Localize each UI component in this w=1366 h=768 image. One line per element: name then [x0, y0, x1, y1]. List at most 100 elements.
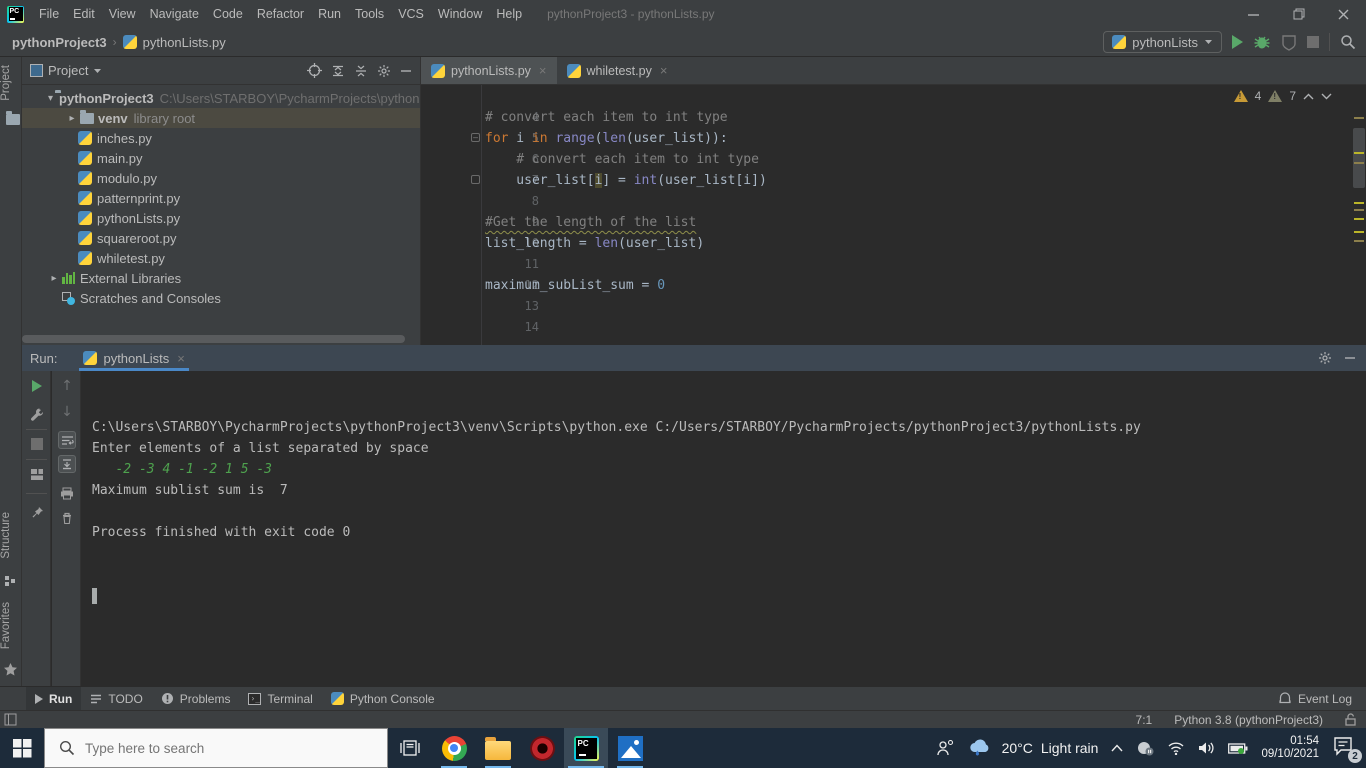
code-line[interactable]: 7 # convert each item to int type	[421, 149, 1366, 187]
audio-device-icon[interactable]	[1136, 740, 1154, 756]
toolwindow-terminal[interactable]: ›_ Terminal	[239, 687, 321, 711]
breadcrumb-file[interactable]: pythonLists.py	[143, 35, 226, 50]
breadcrumb-project[interactable]: pythonProject3	[12, 35, 107, 50]
toolwindow-event-log[interactable]: Event Log	[1278, 692, 1352, 706]
battery-icon[interactable]	[1228, 742, 1248, 755]
wifi-icon[interactable]	[1167, 741, 1185, 755]
restore-icon[interactable]	[1276, 0, 1321, 28]
tree-file-item[interactable]: squareroot.py	[22, 228, 420, 248]
unlocked-padlock-icon[interactable]	[1345, 713, 1356, 726]
search-icon[interactable]	[1340, 34, 1356, 50]
menu-code[interactable]: Code	[206, 7, 250, 21]
scroll-to-end-icon[interactable]	[58, 455, 76, 473]
tab-whiletest[interactable]: whiletest.py ×	[557, 57, 678, 84]
toolwindow-todo[interactable]: TODO	[81, 687, 151, 711]
tree-item-external-libraries[interactable]: ▸ External Libraries	[22, 268, 420, 288]
file-explorer-app[interactable]	[476, 728, 520, 768]
coverage-icon[interactable]	[1281, 34, 1297, 51]
fold-marker-icon[interactable]	[471, 175, 480, 184]
gear-icon[interactable]	[377, 64, 391, 78]
weather-widget[interactable]: 20°C Light rain	[968, 738, 1098, 758]
print-icon[interactable]	[58, 484, 76, 502]
chevron-down-icon[interactable]	[93, 68, 102, 74]
menu-run[interactable]: Run	[311, 7, 348, 21]
chrome-app[interactable]	[432, 728, 476, 768]
code-line[interactable]: 12	[421, 254, 1366, 292]
code-line[interactable]: 5 # convert each item to int type	[421, 107, 1366, 145]
red-app[interactable]	[520, 728, 564, 768]
photos-app[interactable]	[608, 728, 652, 768]
menu-edit[interactable]: Edit	[66, 7, 102, 21]
pycharm-app-active[interactable]: PC	[564, 728, 608, 768]
debug-bug-icon[interactable]	[1253, 33, 1271, 51]
pin-icon[interactable]	[28, 503, 46, 521]
hide-panel-icon[interactable]	[400, 65, 412, 77]
hidden-icons-chevron[interactable]	[1111, 744, 1123, 752]
scrollbar-thumb[interactable]	[1353, 128, 1365, 188]
tool-strip-favorites[interactable]: Favorites	[0, 602, 22, 649]
soft-wrap-icon[interactable]	[58, 431, 76, 449]
menu-help[interactable]: Help	[489, 7, 529, 21]
project-panel-title[interactable]: Project	[48, 63, 88, 78]
code-line[interactable]: 14	[421, 296, 1366, 334]
start-button[interactable]	[0, 728, 44, 768]
chevron-collapsed-icon[interactable]: ▸	[66, 113, 78, 124]
fold-open-icon[interactable]: –	[471, 133, 480, 142]
menu-vcs[interactable]: VCS	[391, 7, 431, 21]
run-configuration-select[interactable]: pythonLists	[1103, 31, 1222, 53]
stop-button[interactable]	[1307, 36, 1319, 48]
toolwindow-python-console[interactable]: Python Console	[322, 687, 444, 711]
tree-file-item[interactable]: inches.py	[22, 128, 420, 148]
clear-console-icon[interactable]	[58, 509, 76, 527]
wrench-icon[interactable]	[28, 405, 46, 423]
run-tab[interactable]: pythonLists ×	[79, 345, 189, 371]
expand-all-icon[interactable]	[331, 64, 345, 78]
menu-window[interactable]: Window	[431, 7, 489, 21]
tool-strip-project[interactable]: Project	[0, 65, 22, 101]
menu-tools[interactable]: Tools	[348, 7, 391, 21]
code-line[interactable]: 10 #Get the length of the list	[421, 212, 1366, 250]
code-line[interactable]: 11 list_length = len(user_list)	[421, 233, 1366, 271]
hide-panel-icon[interactable]	[1344, 352, 1356, 364]
tree-file-item[interactable]: pythonLists.py	[22, 208, 420, 228]
action-center-button[interactable]: 2	[1332, 735, 1362, 763]
tree-item-scratches[interactable]: Scratches and Consoles	[22, 288, 420, 308]
warning-count[interactable]: 4	[1255, 89, 1262, 103]
tool-window-toggle-icon[interactable]	[4, 713, 17, 726]
prev-warning-icon[interactable]	[1303, 93, 1314, 100]
structure-icon[interactable]	[4, 575, 16, 587]
toolwindow-run[interactable]: Run	[26, 686, 82, 711]
code-line[interactable]: 13 maximum_subList_sum = 0	[421, 275, 1366, 313]
code-line[interactable]: 6– for i in range(len(user_list)):	[421, 128, 1366, 166]
down-stack-trace-icon[interactable]: ↓	[58, 403, 76, 421]
close-icon[interactable]: ×	[177, 351, 185, 366]
collapse-all-icon[interactable]	[354, 64, 368, 78]
weak-warning-count[interactable]: 7	[1289, 89, 1296, 103]
next-warning-icon[interactable]	[1321, 93, 1332, 100]
tree-file-item[interactable]: patternprint.py	[22, 188, 420, 208]
code-line[interactable]: 9	[421, 191, 1366, 229]
star-icon[interactable]	[3, 662, 18, 677]
up-stack-trace-icon[interactable]: ↑	[58, 377, 76, 395]
taskbar-clock[interactable]: 01:54 09/10/2021	[1261, 735, 1319, 761]
stop-button[interactable]	[28, 435, 46, 453]
locate-file-icon[interactable]	[307, 63, 322, 78]
code-line[interactable]: 4	[421, 86, 1366, 124]
restore-layout-icon[interactable]	[28, 465, 46, 483]
close-icon[interactable]	[1321, 0, 1366, 28]
menu-navigate[interactable]: Navigate	[143, 7, 206, 21]
tree-file-item[interactable]: main.py	[22, 148, 420, 168]
close-icon[interactable]: ×	[660, 63, 668, 78]
minimize-icon[interactable]	[1231, 0, 1276, 28]
tree-file-item[interactable]: modulo.py	[22, 168, 420, 188]
error-stripe-scrollbar[interactable]	[1352, 85, 1366, 345]
project-folder-icon[interactable]	[4, 111, 24, 125]
menu-view[interactable]: View	[102, 7, 143, 21]
toolwindow-problems[interactable]: Problems	[152, 687, 240, 711]
tab-pythonlists[interactable]: pythonLists.py ×	[421, 57, 557, 84]
tree-file-item[interactable]: whiletest.py	[22, 248, 420, 268]
interpreter-label[interactable]: Python 3.8 (pythonProject3)	[1174, 713, 1323, 727]
tree-root-project[interactable]: ▾ pythonProject3 C:\Users\STARBOY\Pychar…	[22, 88, 420, 108]
caret-position[interactable]: 7:1	[1136, 713, 1153, 727]
gear-icon[interactable]	[1318, 351, 1332, 365]
